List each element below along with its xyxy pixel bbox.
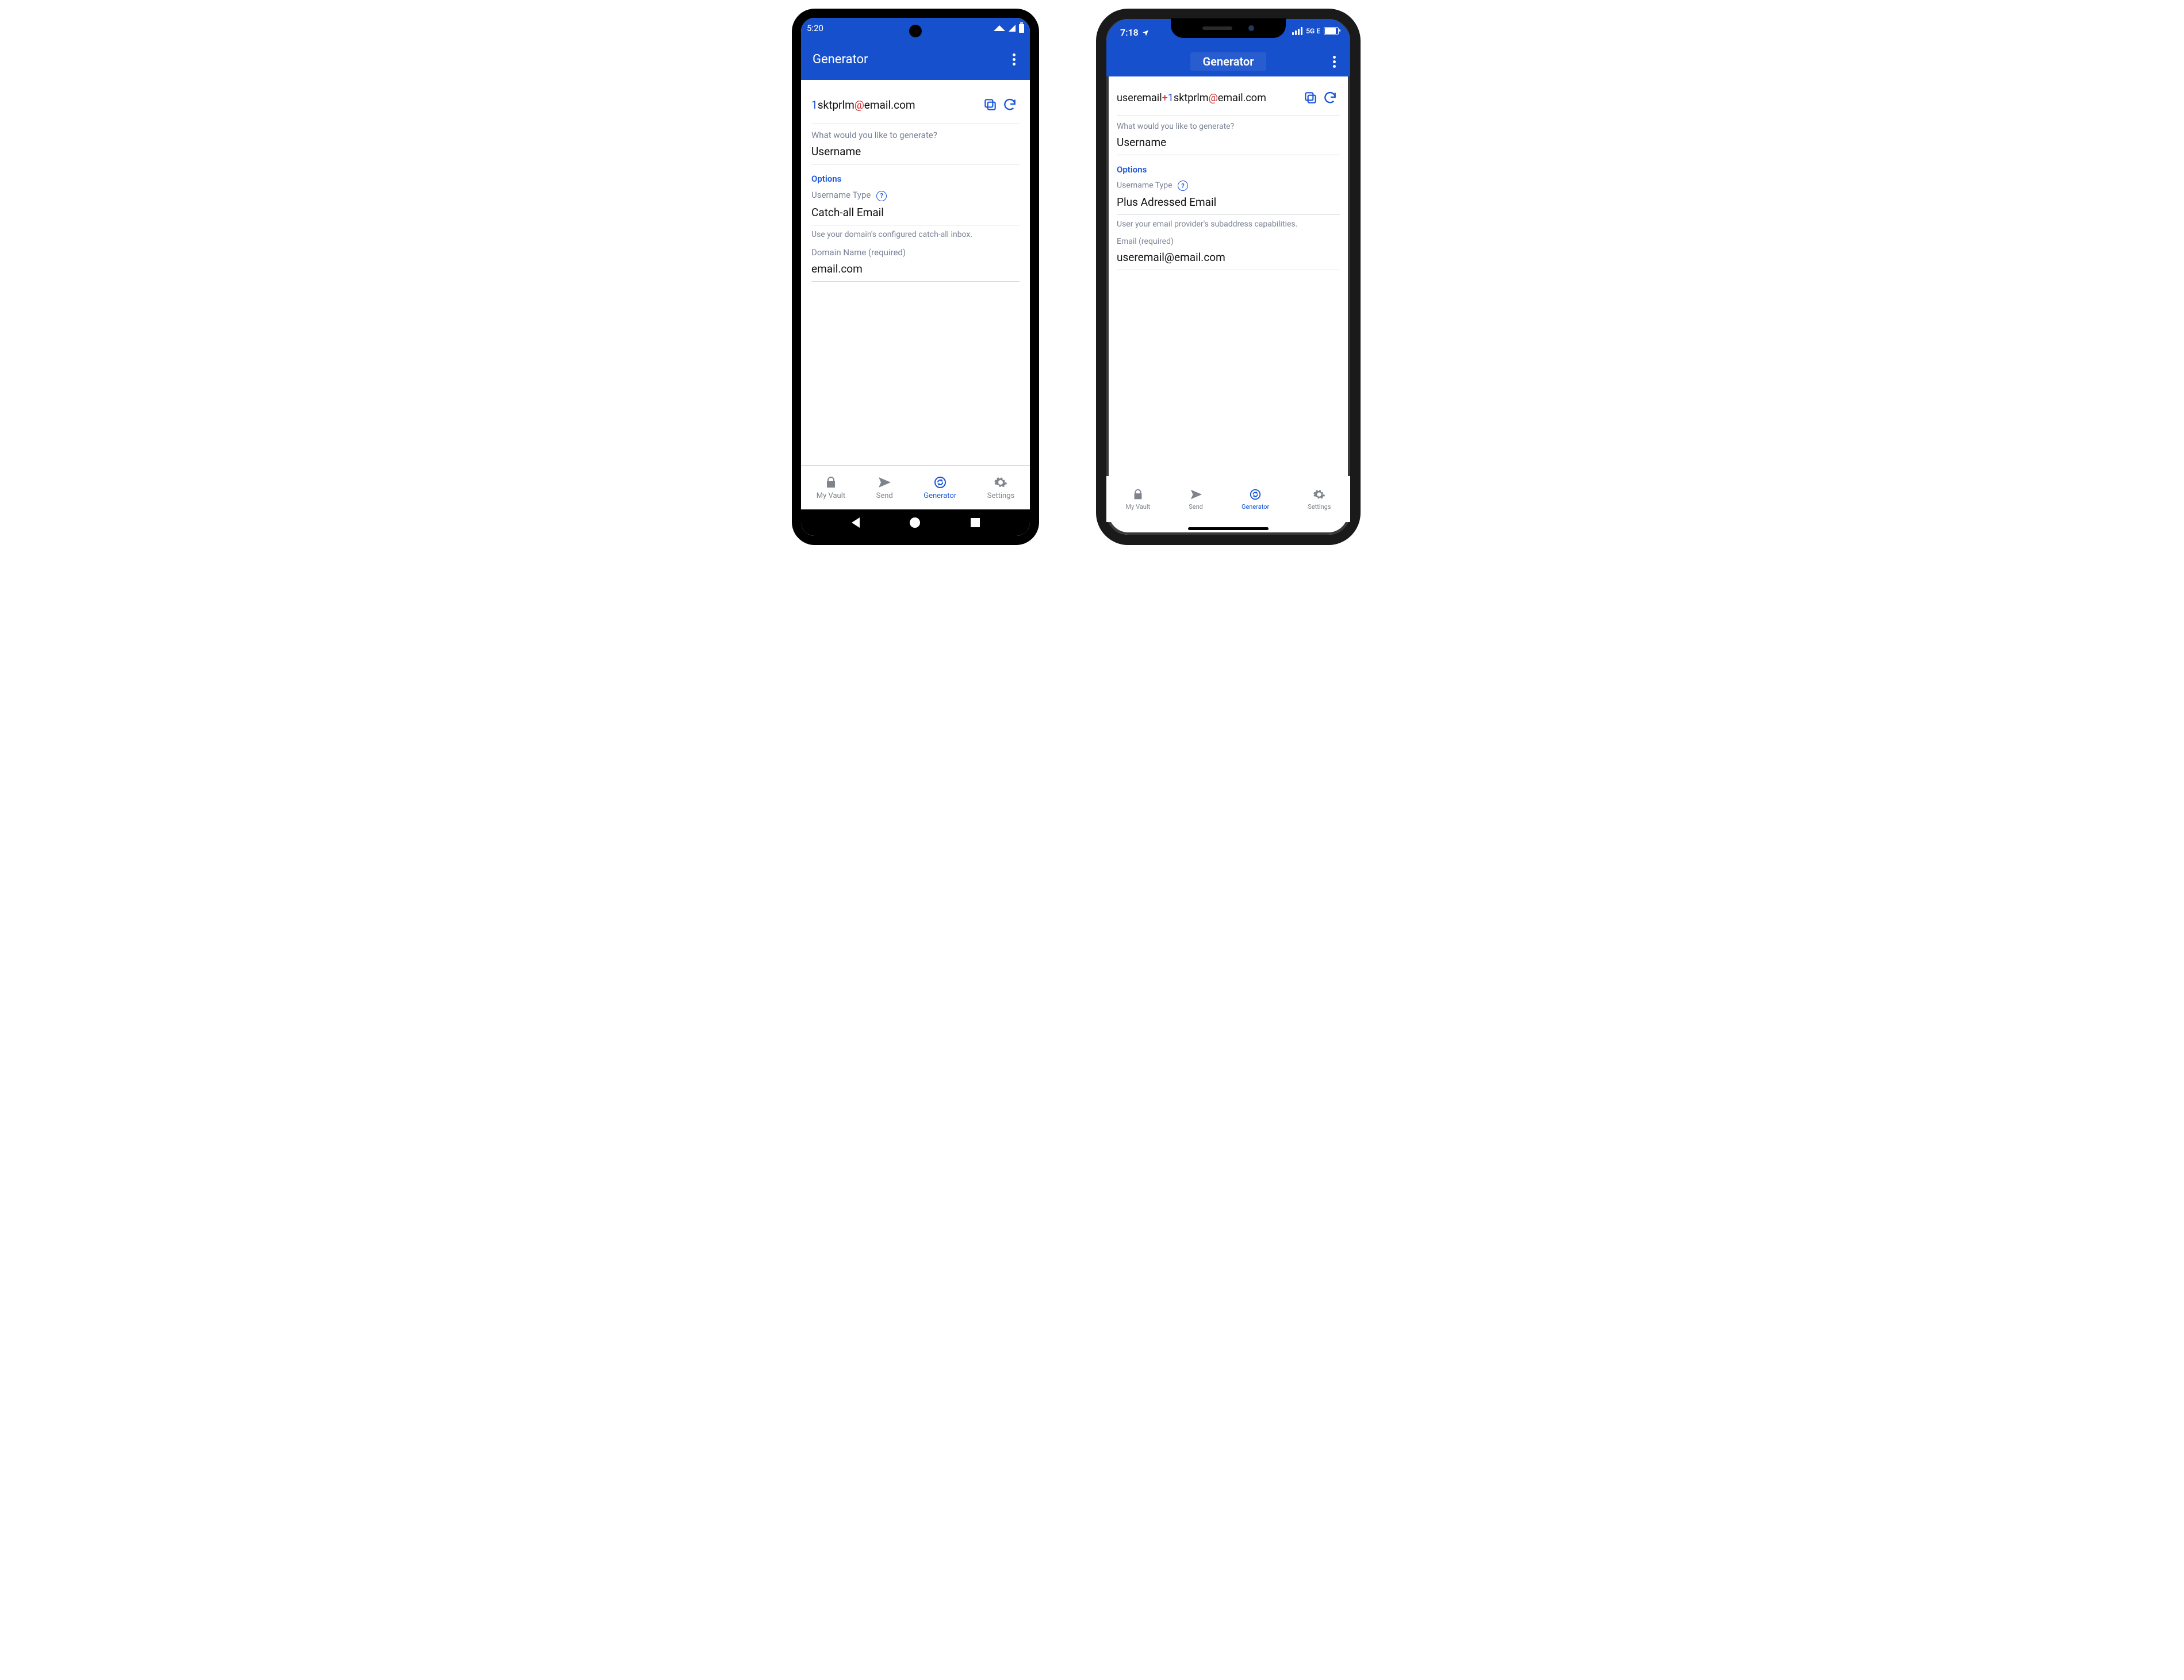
battery-icon [1324, 27, 1339, 35]
refresh-icon [1323, 90, 1338, 105]
page-title: Generator [813, 52, 1018, 67]
tab-send[interactable]: Send [1189, 488, 1203, 511]
page-title: Generator [1190, 52, 1267, 71]
ios-home-indicator[interactable] [1188, 527, 1269, 530]
app-bar: Generator [801, 39, 1030, 80]
generated-username: useremail+1sktprlm@email.com [1117, 92, 1301, 104]
send-icon [878, 475, 891, 489]
email-input[interactable]: useremail@email.com [1117, 248, 1340, 270]
refresh-icon [1002, 97, 1017, 112]
domain-name-label: Domain Name (required) [811, 247, 1020, 258]
tab-settings[interactable]: Settings [987, 475, 1014, 500]
battery-icon [1019, 24, 1024, 33]
generator-icon [1249, 488, 1262, 501]
overflow-menu-button[interactable] [1327, 55, 1341, 68]
copy-icon [1303, 90, 1318, 105]
wifi-icon [994, 25, 1005, 31]
regenerate-button[interactable] [1000, 95, 1020, 114]
tab-generator[interactable]: Generator [924, 475, 956, 500]
ios-status-bar: 7:18 5G E [1106, 19, 1350, 47]
username-type-select[interactable]: Plus Adressed Email [1117, 193, 1340, 215]
bottom-navigation: My Vault Send Generator Settings [801, 465, 1030, 509]
bottom-navigation: My Vault Send Generator Settings [1106, 476, 1350, 522]
overflow-menu-button[interactable] [1007, 52, 1021, 66]
generated-username: 1sktprlm@email.com [811, 98, 980, 112]
lock-icon [824, 475, 838, 489]
android-system-nav [801, 509, 1030, 536]
username-type-hint: Use your domain's configured catch-all i… [811, 230, 1020, 239]
android-device-frame: 5:20 Generator 1sktprlm@email.com [792, 9, 1039, 545]
android-status-bar: 5:20 [801, 18, 1030, 39]
home-icon[interactable] [910, 517, 920, 528]
regenerate-button[interactable] [1320, 88, 1340, 108]
cell-icon [1292, 27, 1302, 35]
help-icon[interactable]: ? [876, 191, 887, 201]
location-icon [1142, 29, 1149, 36]
domain-name-input[interactable]: email.com [811, 260, 1020, 282]
copy-button[interactable] [1301, 88, 1320, 108]
back-icon[interactable] [852, 517, 860, 528]
app-bar: Generator [1106, 47, 1350, 76]
generate-type-label: What would you like to generate? [1117, 122, 1340, 131]
options-header: Options [1117, 164, 1340, 175]
username-type-label: Username Type ? [1117, 181, 1340, 191]
username-type-label: Username Type ? [811, 190, 1020, 201]
generate-type-select[interactable]: Username [811, 143, 1020, 164]
generate-type-label: What would you like to generate? [811, 130, 1020, 140]
tab-my-vault[interactable]: My Vault [817, 475, 845, 500]
ios-notch [1171, 18, 1286, 38]
help-icon[interactable]: ? [1178, 181, 1188, 191]
lock-icon [1132, 488, 1144, 501]
tab-my-vault[interactable]: My Vault [1126, 488, 1151, 511]
ios-device-frame: 7:18 5G E Generator useremail+1sktprlm@e… [1096, 9, 1361, 545]
username-type-select[interactable]: Catch-all Email [811, 204, 1020, 225]
status-time: 7:18 [1120, 27, 1139, 38]
network-label: 5G E [1306, 27, 1320, 35]
copy-button[interactable] [980, 95, 1000, 114]
username-type-hint: User your email provider's subaddress ca… [1117, 220, 1340, 229]
email-label: Email (required) [1117, 237, 1340, 246]
status-time: 5:20 [807, 23, 823, 33]
cell-icon [1009, 25, 1016, 32]
tab-settings[interactable]: Settings [1308, 488, 1331, 511]
front-camera-hole [909, 25, 922, 37]
copy-icon [983, 97, 998, 112]
generate-type-select[interactable]: Username [1117, 133, 1340, 155]
generator-icon [933, 475, 947, 489]
recents-icon[interactable] [971, 518, 980, 527]
tab-send[interactable]: Send [876, 475, 893, 500]
options-header: Options [811, 174, 1020, 184]
tab-generator[interactable]: Generator [1242, 488, 1269, 511]
gear-icon [1313, 488, 1325, 501]
send-icon [1190, 488, 1202, 501]
gear-icon [994, 475, 1007, 489]
